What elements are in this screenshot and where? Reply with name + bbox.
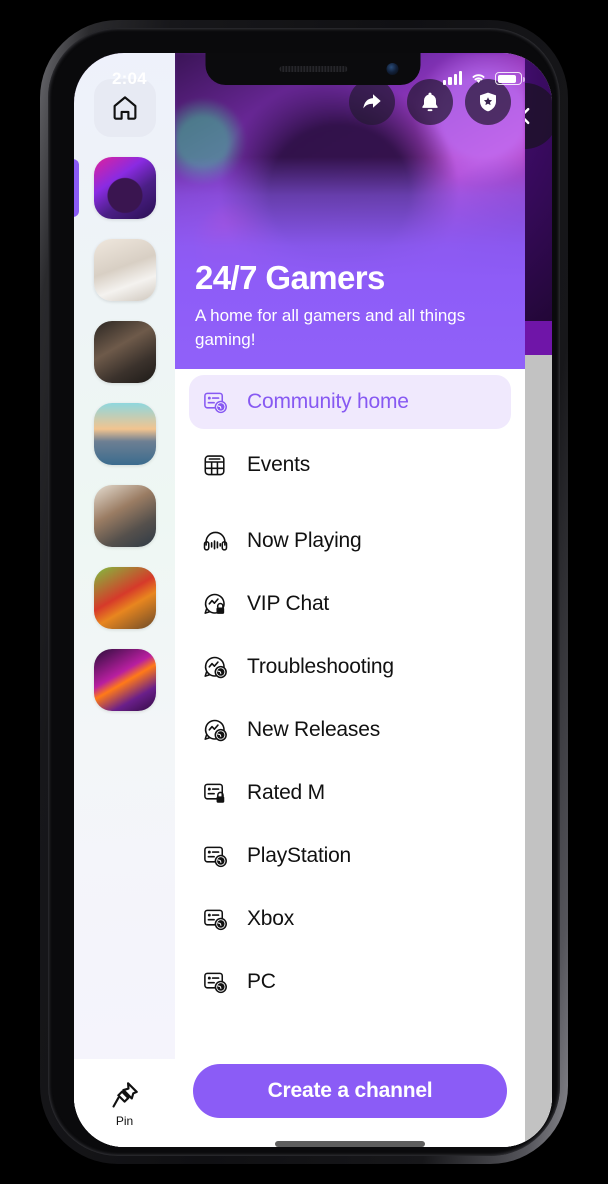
channel-item-label: Rated M [247,781,325,804]
rail-server-item[interactable] [93,649,156,711]
community-drawer: 24/7 Gamers A home for all gamers and al… [175,53,525,1147]
announcement-public-icon [201,842,229,870]
channel-item-community-home[interactable]: Community home [189,375,511,429]
chat-public-icon [201,653,229,681]
server-avatar [93,157,156,219]
rail-server-item[interactable] [93,567,156,629]
announcement-public-icon [201,968,229,996]
home-indicator[interactable] [275,1141,425,1147]
channel-item-label: PlayStation [247,844,352,867]
channel-item-pc[interactable]: PC [189,955,511,1009]
server-rail-scroll[interactable] [74,53,175,1059]
calendar-grid-icon [204,454,225,475]
rail-server-item[interactable] [93,321,156,383]
headphones-audio-icon [203,531,227,551]
channel-item-label: New Releases [247,718,380,741]
chat-public-icon [203,719,227,741]
notifications-button[interactable] [407,79,453,125]
channel-item-label: PC [247,970,276,993]
channel-item-label: VIP Chat [247,592,330,615]
calendar-grid-icon [201,451,229,479]
rail-home-button[interactable] [93,79,156,137]
drawer-footer: Create a channel [175,1064,525,1147]
earpiece-speaker [279,66,347,72]
bell-icon [422,92,438,112]
shield-star-icon [480,92,496,112]
drawer-hero: 24/7 Gamers A home for all gamers and al… [175,53,525,369]
server-avatar [93,649,156,711]
channel-item-vip-chat[interactable]: VIP Chat [189,577,511,631]
device-notch [205,53,421,85]
channel-item-new-releases[interactable]: New Releases [189,703,511,757]
channel-item-now-playing[interactable]: Now Playing [189,514,511,568]
announcement-public-icon [203,909,227,930]
rail-pin-label: Pin [115,1113,134,1128]
create-channel-button[interactable]: Create a channel [193,1064,507,1118]
channel-item-troubleshooting[interactable]: Troubleshooting [189,640,511,694]
announcement-public-icon [203,846,227,867]
channel-item-playstation[interactable]: PlayStation [189,829,511,883]
server-avatar [93,239,156,301]
announcement-public-icon [203,972,227,993]
server-avatar [93,321,156,383]
phone-screen: 24 F New [74,53,552,1147]
rail-server-item[interactable] [93,403,156,465]
announcement-public-icon [201,388,229,416]
channel-item-events[interactable]: Events [189,438,511,492]
rail-server-item[interactable] [74,157,156,219]
headphones-audio-icon [201,527,229,555]
community-title: 24/7 Gamers [195,258,385,296]
pin-icon [111,1081,138,1108]
announcement-public-icon [203,392,227,413]
home-icon [113,96,136,120]
drawer-hero-actions [349,79,511,125]
rail-server-item[interactable] [93,239,156,301]
announcement-public-icon [201,905,229,933]
channel-item-rated-m[interactable]: Rated M [189,766,511,820]
front-camera [386,63,399,75]
channel-item-label: Troubleshooting [247,655,394,678]
community-subtitle: A home for all gamers and all things gam… [195,306,466,349]
chat-public-icon [203,656,227,678]
channel-list[interactable]: Community home Events Now Playing VIP Ch… [175,369,525,1064]
chat-lock-icon [203,593,225,614]
server-avatar [93,567,156,629]
chat-lock-icon [201,590,229,618]
server-rail: Pin [74,53,175,1147]
share-button[interactable] [349,79,395,125]
share-icon [363,94,381,109]
announcement-lock-icon [201,779,229,807]
phone-frame: 24 F New [40,20,568,1164]
channel-item-label: Xbox [247,907,295,930]
channel-item-label: Community home [247,390,409,413]
channel-item-label: Events [247,453,310,476]
server-avatar [93,403,156,465]
moderation-button[interactable] [465,79,511,125]
server-avatar [93,485,156,547]
channel-item-label: Now Playing [247,529,362,552]
chat-public-icon [201,716,229,744]
phone-bezel: 24 F New [48,28,560,1156]
channel-item-xbox[interactable]: Xbox [189,892,511,946]
server-list [74,157,175,711]
rail-server-item[interactable] [93,485,156,547]
announcement-lock-icon [203,783,224,803]
drawer-hero-text: 24/7 Gamers A home for all gamers and al… [195,258,507,351]
rail-pin-button[interactable]: Pin [74,1059,175,1147]
